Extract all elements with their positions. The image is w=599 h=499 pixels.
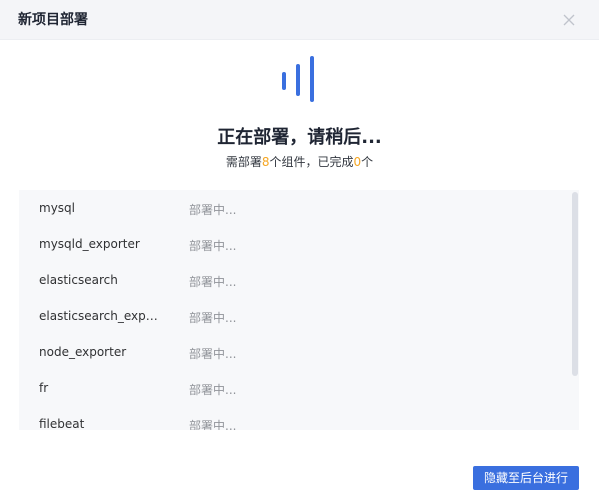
- list-item: mysqld_exporter 部署中...: [19, 226, 569, 262]
- dialog-title: 新项目部署: [18, 12, 88, 28]
- status-suffix: 个: [361, 155, 374, 169]
- dialog-header: 新项目部署: [0, 0, 599, 40]
- list-item: node_exporter 部署中...: [19, 334, 569, 370]
- component-name: elasticsearch: [39, 273, 118, 287]
- component-status: 部署中...: [189, 239, 237, 253]
- list-item: filebeat 部署中...: [19, 406, 569, 430]
- scrollbar-thumb[interactable]: [572, 192, 578, 376]
- component-name: mysql: [39, 201, 75, 215]
- scrollbar[interactable]: [570, 190, 578, 430]
- component-name: elasticsearch_exporter: [39, 309, 164, 323]
- component-status: 部署中...: [189, 203, 237, 217]
- component-status: 部署中...: [189, 419, 237, 430]
- list-item: fr 部署中...: [19, 370, 569, 406]
- run-in-background-button[interactable]: 隐藏至后台进行: [473, 466, 579, 490]
- done-count: 0: [353, 155, 362, 169]
- component-name: mysqld_exporter: [39, 237, 140, 251]
- loading-bar: [282, 72, 286, 90]
- component-status: 部署中...: [189, 347, 237, 361]
- component-name: filebeat: [39, 417, 85, 430]
- component-list: mysql 部署中... mysqld_exporter 部署中... elas…: [19, 190, 579, 430]
- deploy-dialog: 新项目部署 正在部署，请稍后... 需部署8个组件，已完成0个 mysql 部署…: [0, 0, 599, 499]
- status-summary: 需部署8个组件，已完成0个: [0, 154, 599, 170]
- component-status: 部署中...: [189, 311, 237, 325]
- status-middle: 个组件，已完成: [269, 155, 354, 169]
- close-icon[interactable]: [560, 11, 578, 29]
- list-item: mysql 部署中...: [19, 190, 569, 226]
- list-item: elasticsearch 部署中...: [19, 262, 569, 298]
- component-name: node_exporter: [39, 345, 127, 359]
- component-name: fr: [39, 381, 49, 395]
- status-title: 正在部署，请稍后...: [217, 127, 382, 148]
- loading-bars-icon: [279, 56, 319, 104]
- list-item: elasticsearch_exporter 部署中...: [19, 298, 569, 334]
- status-prefix: 需部署: [225, 155, 262, 169]
- component-status: 部署中...: [189, 275, 237, 289]
- loading-bar: [310, 56, 314, 102]
- component-status: 部署中...: [189, 383, 237, 397]
- loading-bar: [296, 64, 300, 96]
